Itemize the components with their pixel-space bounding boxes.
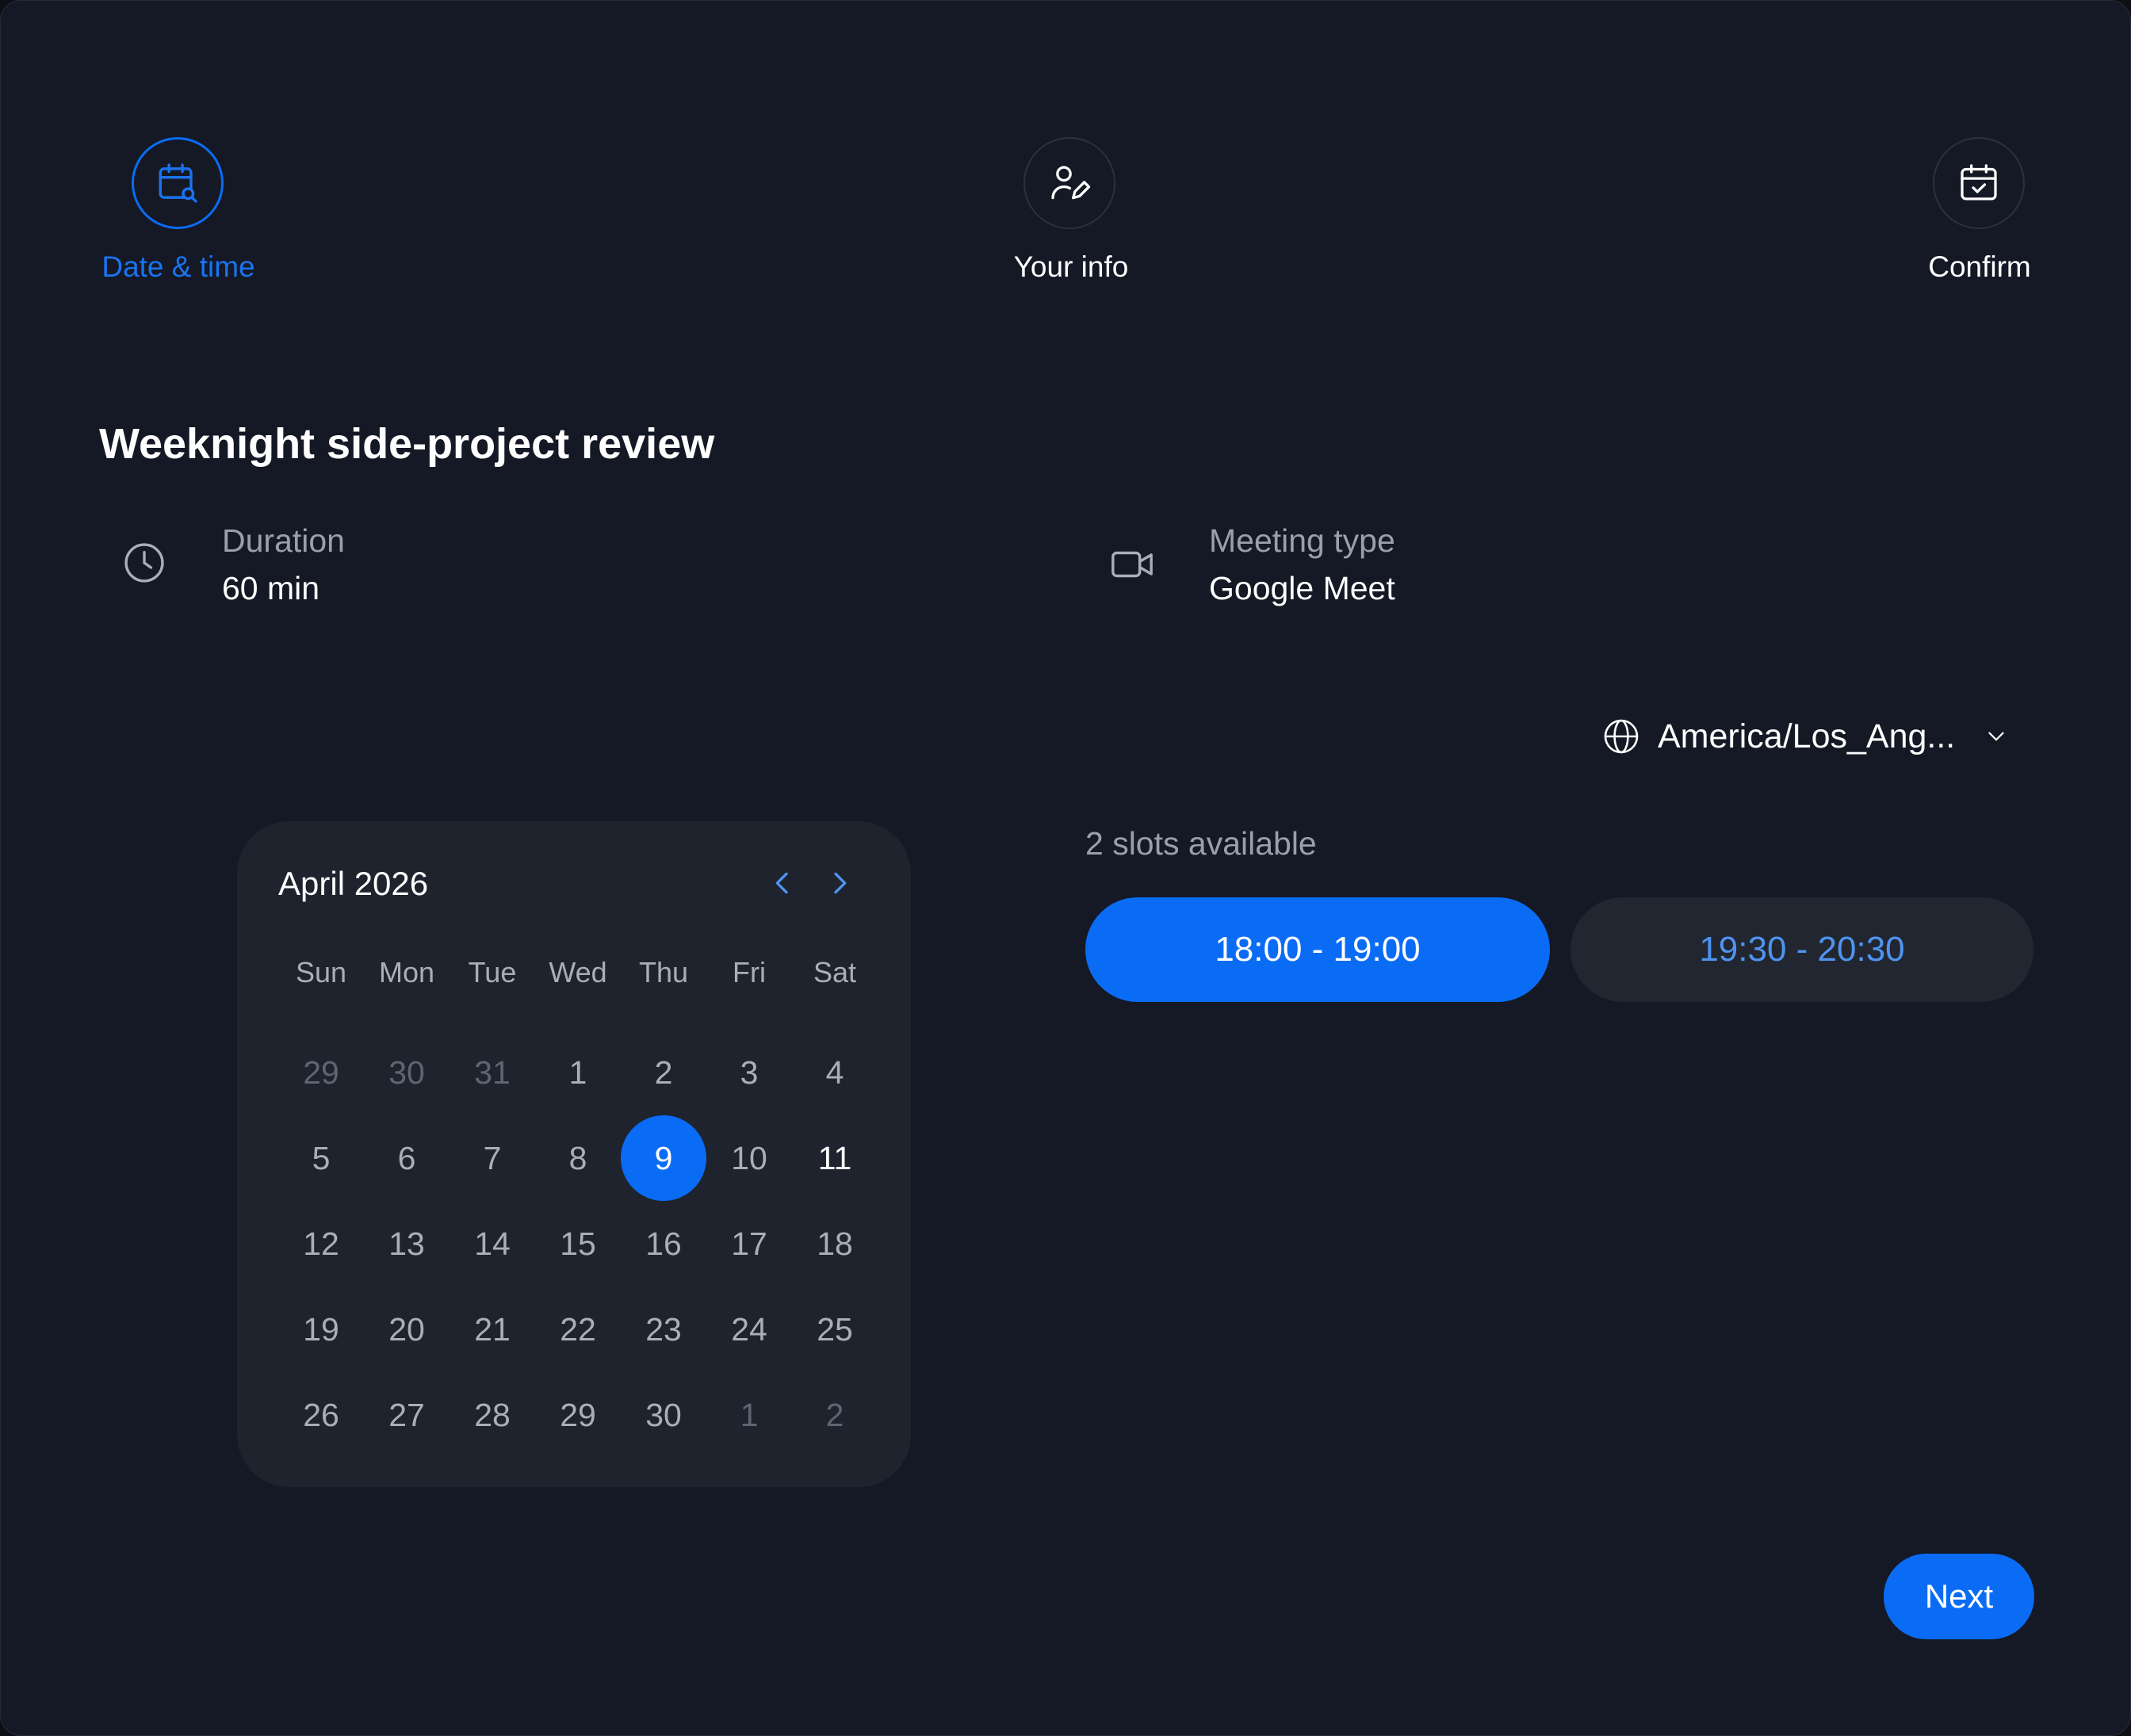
weekday-label: Mon <box>378 956 435 988</box>
calendar-day[interactable]: 14 <box>450 1201 535 1287</box>
calendar-day[interactable]: 30 <box>621 1372 706 1458</box>
duration-label: Duration <box>222 522 345 559</box>
chevron-left-icon <box>775 872 788 894</box>
day-grid: 29 30 31 1 2 3 4 5 6 7 8 9 10 11 12 13 14 15 16 17 18 19 20 21 2… <box>278 1030 878 1458</box>
timezone-value: America/Los_Ang... <box>1658 717 1956 755</box>
calendar-day[interactable]: 12 <box>278 1201 364 1287</box>
user-edit-icon <box>1051 166 1091 200</box>
step-label-confirm: Confirm <box>1928 250 2031 283</box>
step-label-your-info: Your info <box>1013 250 1129 283</box>
calendar-day[interactable]: 28 <box>450 1372 535 1458</box>
calendar-day[interactable]: 27 <box>364 1372 450 1458</box>
next-month-button[interactable] <box>817 861 862 905</box>
step-date-time[interactable] <box>132 137 224 229</box>
weekday-label: Sun <box>295 956 347 988</box>
calendar-day[interactable]: 19 <box>278 1287 364 1372</box>
calendar-search-icon <box>159 163 197 203</box>
step-confirm[interactable] <box>1933 137 2025 229</box>
calendar-check-icon <box>1961 164 1997 201</box>
booking-panel: Date & time Your info Confirm Weeknight … <box>0 0 2131 1736</box>
page-title: Weeknight side-project review <box>99 420 715 468</box>
calendar: April 2026 Sun Mon Tue Wed Thu Fri Sat 29 30 31 1… <box>237 821 911 1487</box>
calendar-month: April 2026 <box>278 865 429 902</box>
calendar-day[interactable]: 10 <box>706 1115 792 1201</box>
calendar-day[interactable]: 1 <box>535 1030 621 1115</box>
calendar-day[interactable]: 13 <box>364 1201 450 1287</box>
calendar-day[interactable]: 23 <box>621 1287 706 1372</box>
weekday-label: Tue <box>468 956 517 988</box>
calendar-day: 30 <box>388 1053 425 1091</box>
video-camera-icon <box>1111 551 1153 578</box>
calendar-day[interactable]: 21 <box>450 1287 535 1372</box>
time-slot[interactable]: 19:30 - 20:30 <box>1571 897 2033 1002</box>
next-button[interactable]: Next <box>1884 1554 2034 1639</box>
calendar-day[interactable]: 24 <box>706 1287 792 1372</box>
calendar-day: 31 <box>474 1053 511 1091</box>
calendar-day[interactable]: 15 <box>535 1201 621 1287</box>
calendar-day[interactable]: 7 <box>450 1115 535 1201</box>
meeting-type-value: Google Meet <box>1209 570 1395 606</box>
calendar-day[interactable]: 18 <box>792 1201 878 1287</box>
slots-count: 2 slots available <box>1085 825 1317 862</box>
calendar-day[interactable]: 2 <box>621 1030 706 1115</box>
meeting-type-label: Meeting type <box>1209 522 1395 559</box>
calendar-day: 1 <box>740 1396 759 1433</box>
calendar-day: 29 <box>303 1053 339 1091</box>
step-label-date-time: Date & time <box>101 250 255 283</box>
calendar-day[interactable]: 29 <box>535 1372 621 1458</box>
calendar-day[interactable]: 11 <box>792 1115 878 1201</box>
calendar-day[interactable]: 5 <box>278 1115 364 1201</box>
clock-icon <box>124 543 164 583</box>
selected-day-marker: 9 <box>621 1115 706 1201</box>
weekday-header: Sun Mon Tue Wed Thu Fri Sat <box>278 956 878 989</box>
calendar-day: 2 <box>825 1396 844 1433</box>
weekday-label: Sat <box>813 956 857 988</box>
calendar-day[interactable]: 3 <box>706 1030 792 1115</box>
calendar-day[interactable]: 4 <box>792 1030 878 1115</box>
calendar-day[interactable]: 25 <box>792 1287 878 1372</box>
calendar-day-selected[interactable]: 9 <box>621 1115 706 1201</box>
calendar-day[interactable]: 8 <box>535 1115 621 1201</box>
calendar-day[interactable]: 6 <box>364 1115 450 1201</box>
calendar-day[interactable]: 20 <box>364 1287 450 1372</box>
time-slot-selected[interactable]: 18:00 - 19:00 <box>1085 897 1550 1002</box>
calendar-day[interactable]: 17 <box>706 1201 792 1287</box>
step-your-info[interactable] <box>1023 137 1115 229</box>
timezone-select[interactable]: America/Los_Ang... <box>1602 706 2030 767</box>
weekday-label: Thu <box>638 956 689 988</box>
weekday-label: Fri <box>733 956 766 988</box>
calendar-day[interactable]: 16 <box>621 1201 706 1287</box>
calendar-day[interactable]: 26 <box>278 1372 364 1458</box>
globe-icon <box>1604 719 1639 754</box>
duration-value: 60 min <box>222 570 320 606</box>
chevron-down-icon <box>1988 732 2004 741</box>
chevron-right-icon <box>834 872 847 894</box>
calendar-day[interactable]: 22 <box>535 1287 621 1372</box>
weekday-label: Wed <box>549 956 607 988</box>
prev-month-button[interactable] <box>760 861 805 905</box>
